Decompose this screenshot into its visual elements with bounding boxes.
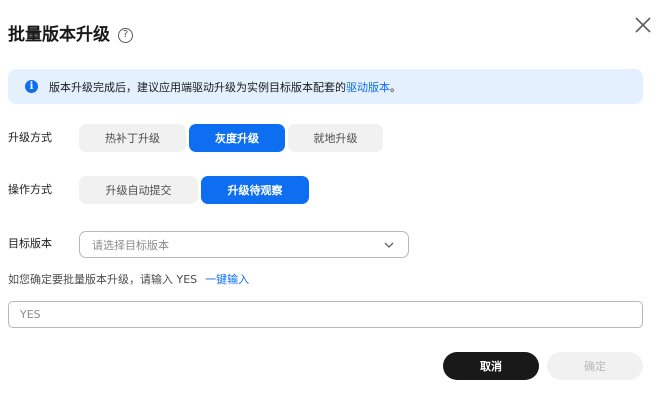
cancel-button[interactable]: 取消 [443, 352, 539, 380]
upgrade-method-segment: 热补丁升级 灰度升级 就地升级 [79, 124, 383, 152]
upgrade-option-inplace[interactable]: 就地升级 [288, 124, 383, 152]
confirm-input[interactable] [8, 301, 643, 328]
operation-option-observe[interactable]: 升级待观察 [201, 176, 309, 204]
operation-option-autocommit[interactable]: 升级自动提交 [79, 176, 198, 204]
alert-suffix: 。 [390, 80, 401, 94]
target-version-placeholder: 请选择目标版本 [92, 238, 169, 252]
target-version-label: 目标版本 [8, 237, 52, 250]
chevron-down-icon [384, 242, 394, 248]
driver-version-link[interactable]: 驱动版本 [346, 79, 390, 95]
upgrade-method-label: 升级方式 [8, 131, 52, 144]
help-icon[interactable]: ? [118, 27, 133, 43]
alert-text: 版本升级完成后，建议应用端驱动升级为实例目标版本配套的 [49, 80, 346, 94]
one-click-input-link[interactable]: 一键输入 [205, 273, 249, 286]
upgrade-option-gray[interactable]: 灰度升级 [189, 124, 285, 152]
ok-button[interactable]: 确定 [547, 352, 643, 380]
upgrade-option-hotpatch[interactable]: 热补丁升级 [79, 124, 186, 152]
target-version-select[interactable]: 请选择目标版本 [79, 231, 409, 258]
confirm-instruction: 如您确定要批量版本升级，请输入 YES 一键输入 [8, 272, 249, 288]
close-icon[interactable] [633, 15, 653, 35]
batch-upgrade-dialog: 批量版本升级 ? i 版本升级完成后，建议应用端驱动升级为实例目标版本配套的 驱动… [0, 0, 670, 394]
dialog-title-text: 批量版本升级 [8, 25, 110, 45]
operation-method-segment: 升级自动提交 升级待观察 [79, 176, 309, 204]
info-alert: i 版本升级完成后，建议应用端驱动升级为实例目标版本配套的 驱动版本。 [8, 69, 643, 104]
confirm-instruction-text: 如您确定要批量版本升级，请输入 YES [8, 273, 198, 286]
info-icon: i [25, 80, 38, 93]
dialog-title: 批量版本升级 ? [8, 22, 133, 48]
operation-method-label: 操作方式 [8, 183, 52, 196]
